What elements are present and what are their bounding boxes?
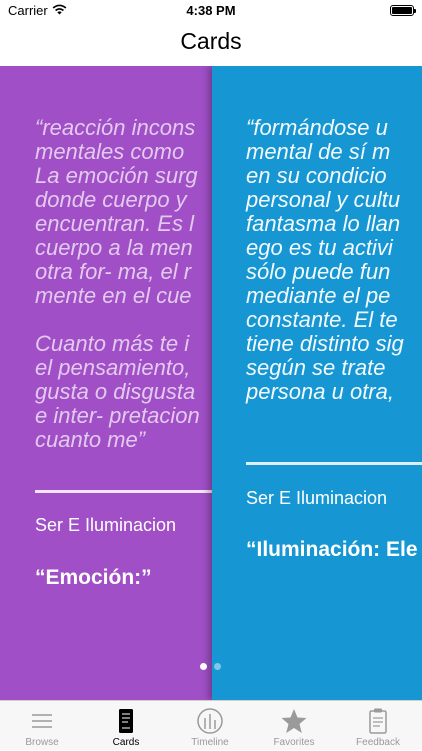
clock: 4:38 PM	[186, 3, 236, 18]
page-title: Cards	[180, 28, 242, 54]
clipboard-icon	[369, 708, 387, 734]
tab-feedback[interactable]: Feedback	[336, 701, 420, 751]
card-title: “Emoción:”	[35, 566, 152, 589]
page-dot-active[interactable]	[200, 663, 207, 670]
tab-browse[interactable]: Browse	[0, 701, 84, 751]
timeline-icon	[197, 708, 223, 734]
battery-icon	[390, 5, 416, 16]
card-divider	[35, 490, 212, 493]
quote-card[interactable]: “formándose u mental de sí m en su condi…	[212, 66, 422, 700]
card-quote: “reacción incons mentales como La emoció…	[35, 115, 200, 452]
page-indicator[interactable]	[197, 663, 227, 671]
star-icon	[281, 709, 307, 733]
status-bar: Carrier 4:38 PM	[0, 0, 422, 24]
cards-carousel[interactable]: “reacción incons mentales como La emoció…	[0, 66, 422, 700]
card-author: Ser E Iluminacion	[35, 515, 177, 535]
tab-label: Favorites	[273, 737, 315, 748]
tab-cards[interactable]: Cards	[84, 701, 168, 751]
card-icon	[119, 709, 133, 733]
list-icon	[32, 714, 52, 728]
tab-favorites[interactable]: Favorites	[252, 701, 336, 751]
page-dot[interactable]	[214, 663, 221, 670]
card-quote: “formándose u mental de sí m en su condi…	[246, 115, 404, 404]
card-title: “Iluminación: Ele	[246, 538, 418, 561]
tab-label: Browse	[25, 737, 59, 748]
card-author: Ser E Iluminacion	[246, 488, 388, 508]
tab-label: Cards	[112, 737, 140, 748]
tab-timeline[interactable]: Timeline	[168, 701, 252, 751]
tab-bar: Browse Cards Timeline Favorites Feedback	[0, 700, 422, 750]
quote-card[interactable]: “reacción incons mentales como La emoció…	[0, 66, 212, 700]
card-divider	[246, 462, 422, 465]
navigation-bar: Cards	[0, 24, 422, 66]
tab-label: Feedback	[356, 737, 400, 748]
tab-label: Timeline	[191, 737, 229, 748]
